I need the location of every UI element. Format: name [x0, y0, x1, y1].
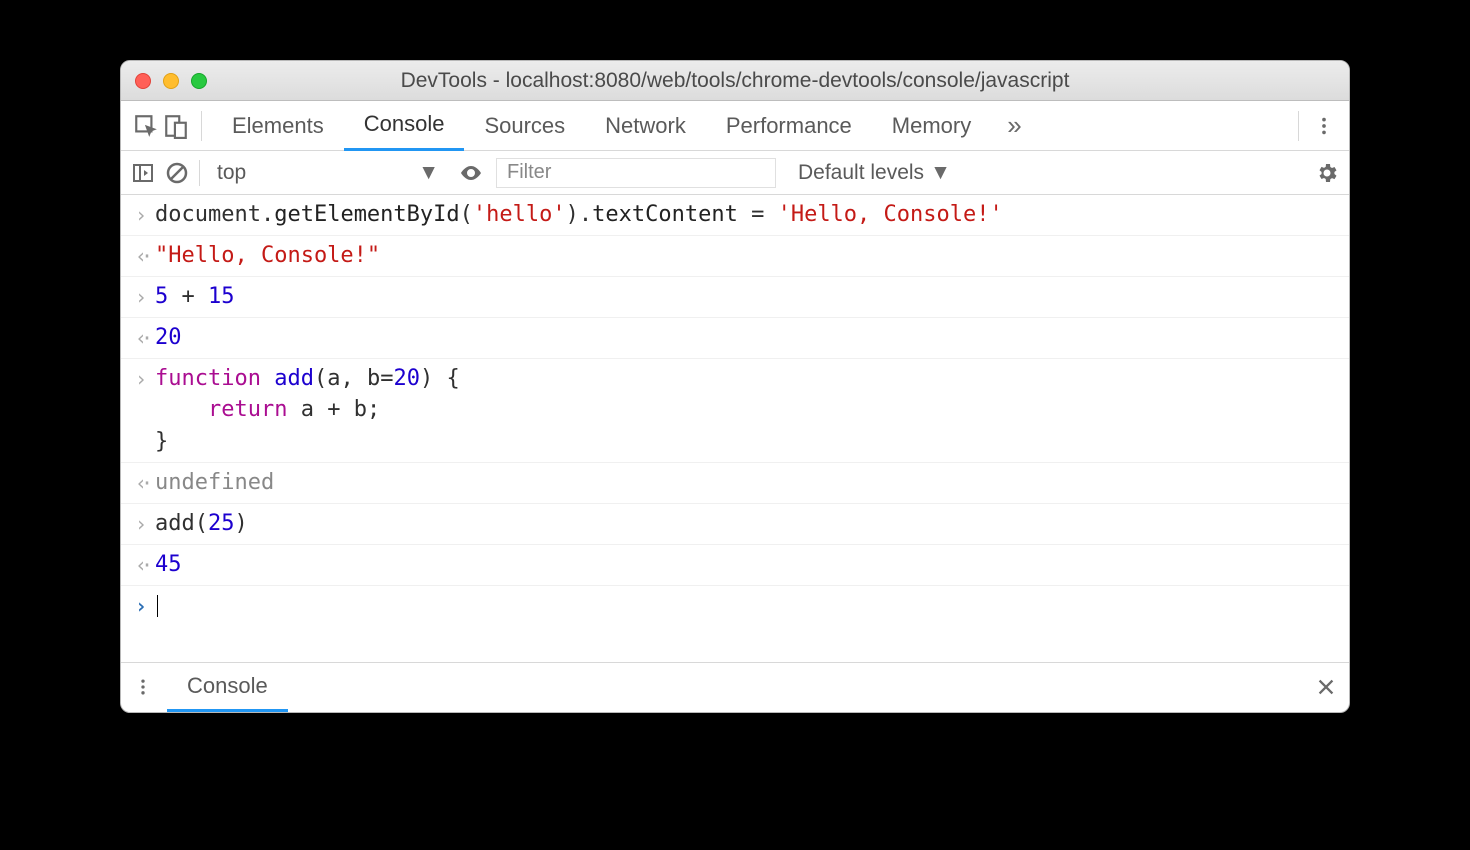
code-content: 5 + 15: [155, 281, 235, 313]
console-input-row: ›add(25): [121, 504, 1349, 545]
input-marker-icon: ›: [127, 363, 155, 459]
log-levels-selector[interactable]: Default levels ▼: [798, 161, 951, 185]
console-output: ›document.getElementById('hello').textCo…: [121, 195, 1349, 626]
console-settings-icon[interactable]: [1315, 161, 1339, 185]
log-levels-label: Default levels: [798, 161, 924, 185]
console-prompt[interactable]: ›: [121, 586, 1349, 626]
filter-placeholder: Filter: [507, 161, 551, 184]
drawer-close-icon[interactable]: [1315, 676, 1337, 698]
tab-elements[interactable]: Elements: [212, 101, 344, 151]
code-content: 45: [155, 549, 182, 581]
output-marker-icon: ‹·: [127, 549, 155, 581]
code-content: add(25): [155, 508, 248, 540]
input-marker-icon: ›: [127, 199, 155, 231]
tab-network[interactable]: Network: [585, 101, 706, 151]
console-sidebar-toggle-icon[interactable]: [131, 161, 155, 185]
output-marker-icon: ‹·: [127, 322, 155, 354]
input-marker-icon: ›: [127, 281, 155, 313]
tab-console[interactable]: Console: [344, 101, 465, 151]
chevron-down-icon: ▼: [930, 161, 951, 185]
code-content: 20: [155, 322, 182, 354]
output-marker-icon: ‹·: [127, 467, 155, 499]
divider: [1298, 111, 1299, 141]
filter-input[interactable]: Filter: [496, 158, 776, 188]
console-output-row: ‹·undefined: [121, 463, 1349, 504]
devtools-tabs: Elements Console Sources Network Perform…: [121, 101, 1349, 151]
context-label: top: [217, 161, 246, 185]
live-expression-icon[interactable]: [456, 161, 486, 185]
drawer-menu-icon[interactable]: [133, 677, 153, 697]
input-marker-icon: ›: [127, 508, 155, 540]
code-content: function add(a, b=20) { return a + b; }: [155, 363, 460, 459]
console-spacer: [121, 626, 1349, 662]
code-content: undefined: [155, 467, 274, 499]
devtools-menu-icon[interactable]: [1309, 115, 1339, 137]
output-marker-icon: ‹·: [127, 240, 155, 272]
device-toggle-icon[interactable]: [161, 113, 191, 139]
tab-memory[interactable]: Memory: [872, 101, 991, 151]
console-output-row: ‹·20: [121, 318, 1349, 359]
console-input-row: ›5 + 15: [121, 277, 1349, 318]
code-content: "Hello, Console!": [155, 240, 380, 272]
context-selector[interactable]: top ▼: [210, 158, 446, 188]
inspect-element-icon[interactable]: [131, 113, 161, 139]
console-input-row: ›function add(a, b=20) { return a + b; }: [121, 359, 1349, 464]
console-output-row: ‹·"Hello, Console!": [121, 236, 1349, 277]
divider: [199, 160, 200, 186]
tab-sources[interactable]: Sources: [464, 101, 585, 151]
chevron-down-icon: ▼: [418, 161, 439, 185]
clear-console-icon[interactable]: [165, 161, 189, 185]
devtools-window: DevTools - localhost:8080/web/tools/chro…: [120, 60, 1350, 713]
titlebar: DevTools - localhost:8080/web/tools/chro…: [121, 61, 1349, 101]
divider: [201, 111, 202, 141]
tabs-overflow-icon[interactable]: »: [991, 110, 1037, 141]
drawer: Console: [121, 662, 1349, 712]
code-content: document.getElementById('hello').textCon…: [155, 199, 1003, 231]
console-output-row: ‹·45: [121, 545, 1349, 586]
window-title: DevTools - localhost:8080/web/tools/chro…: [121, 69, 1349, 93]
prompt-input[interactable]: [155, 590, 158, 622]
tab-performance[interactable]: Performance: [706, 101, 872, 151]
prompt-marker-icon: ›: [127, 590, 155, 622]
drawer-tab-console[interactable]: Console: [167, 662, 288, 712]
console-input-row: ›document.getElementById('hello').textCo…: [121, 195, 1349, 236]
console-toolbar: top ▼ Filter Default levels ▼: [121, 151, 1349, 195]
